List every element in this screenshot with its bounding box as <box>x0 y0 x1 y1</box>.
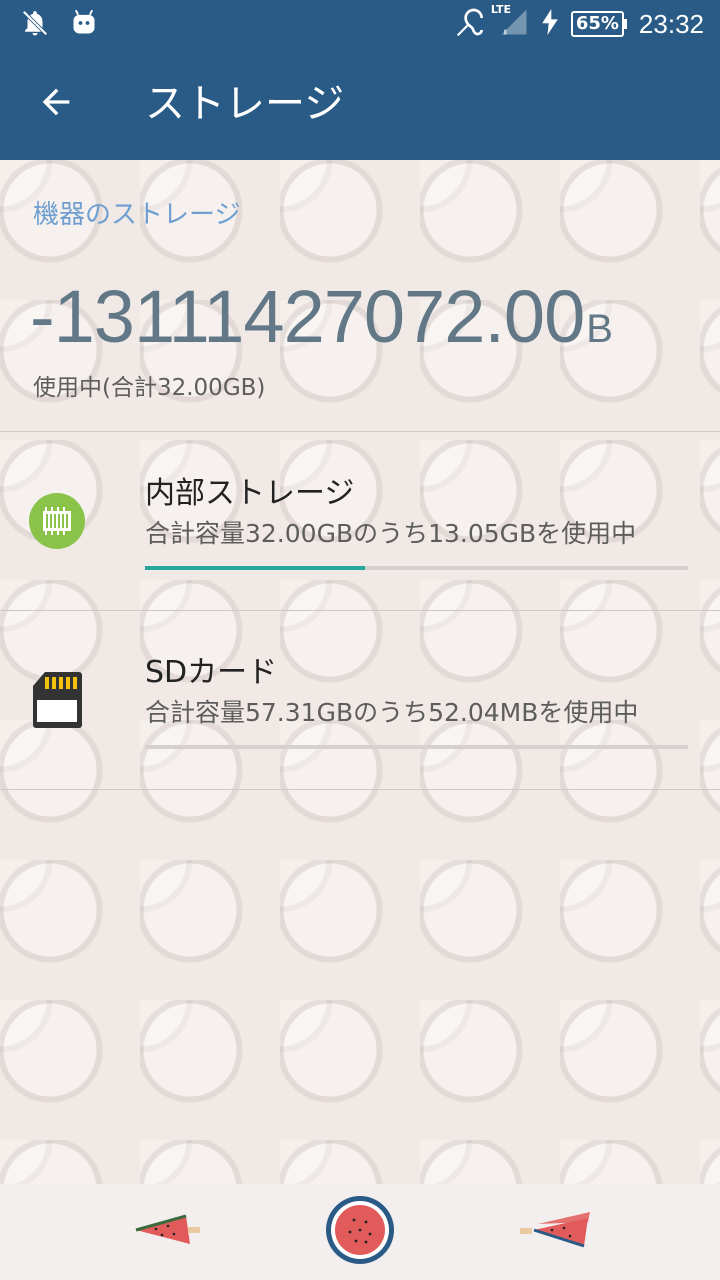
divider <box>0 789 720 790</box>
status-bar: LTE 65% 23:32 <box>0 0 720 48</box>
volume-title: SDカード <box>145 655 278 690</box>
volume-row-sd[interactable]: SDカード 合計容量57.31GBのうち52.04MBを使用中 <box>0 611 720 789</box>
battery-icon: 65% <box>570 11 627 37</box>
recents-nav-icon <box>518 1208 594 1256</box>
hearing-aid-icon <box>455 6 487 42</box>
back-nav-button[interactable] <box>126 1196 206 1268</box>
used-value: -13111427072.00 <box>30 275 585 358</box>
network-type-label: LTE <box>490 3 512 16</box>
volume-title: 内部ストレージ <box>145 476 355 511</box>
used-caption: 使用中(合計32.00GB) <box>33 375 266 401</box>
clock: 23:32 <box>638 8 704 39</box>
back-nav-icon <box>130 1210 202 1254</box>
battery-level: 65% <box>570 11 624 37</box>
sd-card-icon <box>28 671 86 729</box>
navigation-bar <box>0 1184 720 1280</box>
usage-bar <box>145 566 688 570</box>
page-title: ストレージ <box>145 81 345 127</box>
used-unit: B <box>586 307 613 351</box>
volume-summary: 合計容量57.31GBのうち52.04MBを使用中 <box>145 698 639 727</box>
back-button[interactable] <box>28 76 84 132</box>
arrow-back-icon <box>36 82 76 126</box>
home-nav-button[interactable] <box>320 1196 400 1268</box>
signal-icon: LTE <box>491 3 529 41</box>
android-icon <box>70 9 98 41</box>
usage-bar <box>145 745 688 749</box>
charging-icon <box>541 9 559 39</box>
usage-bar-fill <box>145 566 365 570</box>
volume-row-internal[interactable]: 内部ストレージ 合計容量32.00GBのうち13.05GBを使用中 <box>0 432 720 610</box>
app-bar: ストレージ <box>0 48 720 160</box>
internal-storage-chip-icon <box>28 492 86 550</box>
notifications-off-icon <box>20 8 50 42</box>
storage-content: 機器のストレージ -13111427072.00B 使用中(合計32.00GB)… <box>0 160 720 1184</box>
recents-nav-button[interactable] <box>516 1196 596 1268</box>
section-header: 機器のストレージ <box>33 200 241 230</box>
home-nav-icon <box>324 1194 396 1270</box>
volume-summary: 合計容量32.00GBのうち13.05GBを使用中 <box>145 519 637 548</box>
used-total: -13111427072.00B <box>30 272 613 374</box>
